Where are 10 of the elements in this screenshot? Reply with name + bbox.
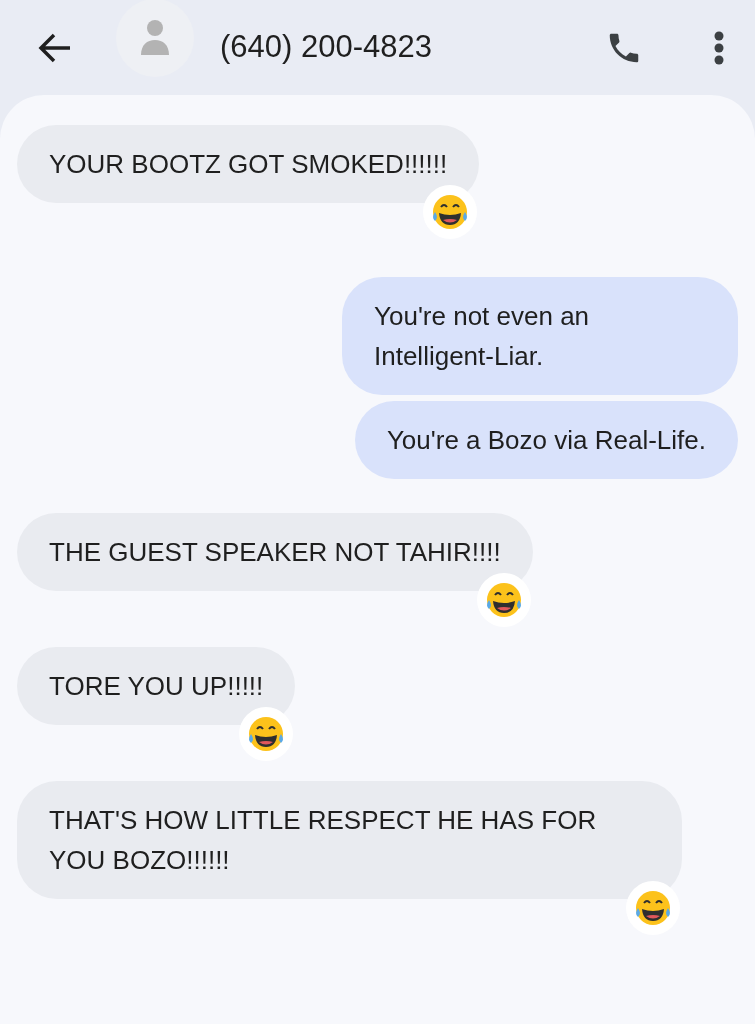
more-options-icon[interactable] (713, 30, 725, 65)
message-bubble: You're a Bozo via Real-Life. (354, 401, 738, 479)
message-bubble: THAT'S HOW LITTLE RESPECT HE HAS FOR YOU BOZO!!!!!! (17, 781, 682, 899)
message-bubble: TORE YOU UP!!!!! (17, 647, 296, 725)
message-bubble: YOUR BOOTZ GOT SMOKED!!!!!! (17, 125, 480, 203)
message-bubble: You're not even an Intelligent-Liar. (342, 277, 738, 395)
contact-number: (640) 200-4823 (220, 28, 432, 67)
back-arrow-icon[interactable] (38, 32, 72, 63)
person-silhouette-icon (141, 18, 169, 57)
message-bubble: THE GUEST SPEAKER NOT TAHIR!!!! (17, 513, 533, 591)
